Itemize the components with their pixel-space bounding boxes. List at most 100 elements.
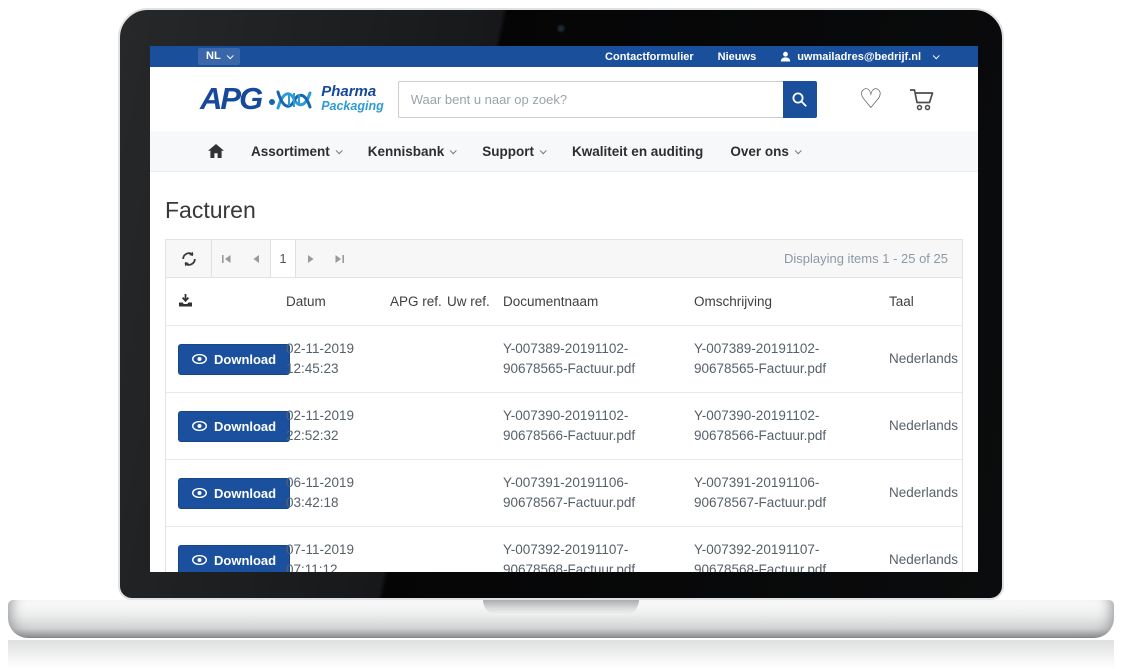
cell-datum: 02-11-201912:45:23: [286, 339, 390, 379]
col-header-datum[interactable]: Datum: [286, 294, 390, 309]
nav-item-kennisbank[interactable]: Kennisbank: [368, 144, 456, 159]
cell-datum: 07-11-201907:11:12: [286, 540, 390, 572]
logo-tagline-pharma: Pharma: [321, 84, 384, 99]
refresh-icon: [181, 251, 197, 267]
pagination: 1: [212, 240, 354, 277]
user-icon: [780, 51, 791, 62]
col-header-taal[interactable]: Taal: [889, 294, 962, 309]
nav-label: Assortiment: [251, 144, 330, 159]
laptop-base: [8, 600, 1114, 638]
laptop-reflection: [8, 640, 1114, 668]
invoice-row: Download 06-11-201903:42:18 Y-007391-201…: [166, 459, 962, 526]
nav-item-assortiment[interactable]: Assortiment: [251, 144, 341, 159]
chevron-down-icon: [540, 147, 547, 154]
next-page-icon: [307, 254, 315, 264]
col-header-uw-ref[interactable]: Uw ref.: [447, 294, 503, 309]
laptop-lid-notch: [483, 600, 639, 615]
download-label: Download: [214, 352, 276, 367]
chevron-down-icon: [450, 147, 457, 154]
topbar-links: Contactformulier Nieuws uwmailadres@bedr…: [605, 51, 938, 63]
cell-omschrijving: Y-007390-20191102-90678566-Factuur.pdf: [694, 406, 889, 446]
first-page-button[interactable]: [212, 240, 241, 277]
chevron-down-icon: [226, 52, 233, 59]
cell-documentnaam: Y-007391-20191106-90678567-Factuur.pdf: [503, 473, 694, 513]
language-selector[interactable]: NL: [198, 48, 240, 65]
page-content: Facturen: [150, 197, 978, 572]
cell-omschrijving: Y-007391-20191106-90678567-Factuur.pdf: [694, 473, 889, 513]
logo-apg-text: APG: [200, 81, 261, 117]
logo-tagline: Pharma Packaging: [321, 84, 384, 114]
current-page-indicator[interactable]: 1: [270, 240, 296, 277]
invoices-grid: 1: [165, 239, 963, 572]
col-header-omschrijving[interactable]: Omschrijving: [694, 294, 889, 309]
invoice-row: Download 02-11-201912:45:23 Y-007389-201…: [166, 325, 962, 392]
eye-icon: [192, 354, 207, 364]
invoice-row: Download 07-11-201907:11:12 Y-007392-201…: [166, 526, 962, 572]
nav-item-support[interactable]: Support: [482, 144, 545, 159]
download-column-header: [178, 293, 286, 311]
search-bar: [398, 81, 817, 118]
download-button[interactable]: Download: [178, 344, 290, 375]
cell-taal: Nederlands: [889, 483, 974, 503]
nav-label: Kwaliteit en auditing: [572, 144, 703, 159]
wishlist-heart-icon[interactable]: ♡: [859, 86, 883, 113]
cell-documentnaam: Y-007390-20191102-90678566-Factuur.pdf: [503, 406, 694, 446]
nav-home[interactable]: [208, 144, 224, 158]
main-nav: Assortiment Kennisbank Support Kwaliteit…: [150, 131, 978, 172]
topbar: NL Contactformulier Nieuws uwmailadres@b…: [150, 46, 978, 67]
chevron-down-icon: [933, 52, 940, 59]
home-icon: [208, 144, 224, 158]
download-label: Download: [214, 486, 276, 501]
search-input[interactable]: [398, 81, 783, 118]
table-header-row: Datum APG ref. Uw ref. Documentnaam Omsc…: [166, 278, 962, 325]
last-page-icon: [334, 254, 345, 264]
invoice-row: Download 02-11-201922:52:32 Y-007390-201…: [166, 392, 962, 459]
company-logo[interactable]: APG Pharma Packaging: [200, 81, 384, 117]
prev-page-button[interactable]: [241, 240, 270, 277]
grid-toolbar: 1: [166, 240, 962, 278]
news-link[interactable]: Nieuws: [718, 51, 757, 63]
refresh-button[interactable]: [166, 240, 212, 277]
next-page-button[interactable]: [296, 240, 325, 277]
col-header-apg-ref[interactable]: APG ref.: [390, 294, 447, 309]
shopping-cart-icon[interactable]: [909, 87, 936, 112]
chevron-down-icon: [795, 147, 802, 154]
last-page-button[interactable]: [325, 240, 354, 277]
webcam-dot: [558, 25, 565, 32]
laptop-bezel: NL Contactformulier Nieuws uwmailadres@b…: [118, 8, 1004, 600]
eye-icon: [192, 421, 207, 431]
account-email: uwmailadres@bedrijf.nl: [797, 51, 921, 63]
download-button[interactable]: Download: [178, 478, 290, 509]
nav-item-kwaliteit-en-auditing[interactable]: Kwaliteit en auditing: [572, 144, 703, 159]
nav-label: Support: [482, 144, 534, 159]
dna-helix-icon: [268, 83, 314, 115]
account-menu[interactable]: uwmailadres@bedrijf.nl: [780, 51, 938, 63]
cell-taal: Nederlands: [889, 349, 974, 369]
contact-link[interactable]: Contactformulier: [605, 51, 694, 63]
logo-tagline-packaging: Packaging: [321, 99, 384, 114]
nav-label: Kennisbank: [368, 144, 445, 159]
eye-icon: [192, 555, 207, 565]
language-label: NL: [206, 50, 221, 62]
items-count-status: Displaying items 1 - 25 of 25: [784, 251, 962, 266]
chevron-down-icon: [335, 147, 342, 154]
col-header-documentnaam[interactable]: Documentnaam: [503, 294, 694, 309]
cell-documentnaam: Y-007389-20191102-90678565-Factuur.pdf: [503, 339, 694, 379]
cell-taal: Nederlands: [889, 550, 974, 570]
first-page-icon: [221, 254, 232, 264]
cell-datum: 02-11-201922:52:32: [286, 406, 390, 446]
cell-omschrijving: Y-007389-20191102-90678565-Factuur.pdf: [694, 339, 889, 379]
search-button[interactable]: [783, 81, 817, 118]
laptop-mockup: NL Contactformulier Nieuws uwmailadres@b…: [0, 0, 1122, 669]
nav-item-over-ons[interactable]: Over ons: [730, 144, 800, 159]
download-button[interactable]: Download: [178, 411, 290, 442]
nav-label: Over ons: [730, 144, 789, 159]
download-icon: [178, 293, 193, 308]
prev-page-icon: [252, 254, 260, 264]
download-label: Download: [214, 553, 276, 568]
site-header: APG Pharma Packaging: [150, 67, 978, 131]
search-icon: [791, 91, 808, 108]
cell-omschrijving: Y-007392-20191107-90678568-Factuur.pdf: [694, 540, 889, 572]
download-button[interactable]: Download: [178, 545, 290, 573]
cell-datum: 06-11-201903:42:18: [286, 473, 390, 513]
